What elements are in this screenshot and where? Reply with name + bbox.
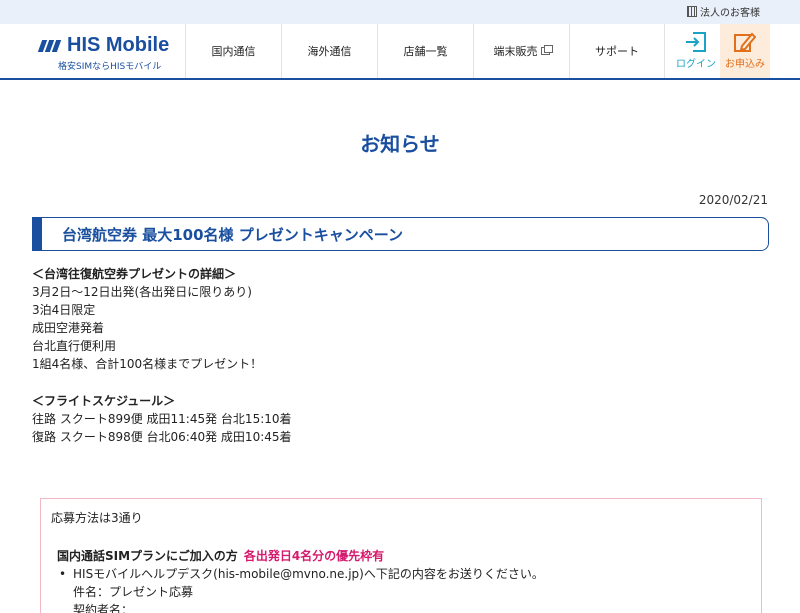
top-bar: 法人のお客様	[0, 0, 800, 24]
plan-heading: 国内通話SIMプランにご加入の方 各出発日4名分の優先枠有	[51, 547, 751, 565]
corporate-link-label: 法人のお客様	[700, 8, 760, 19]
corporate-link[interactable]: 法人のお客様	[687, 4, 760, 19]
logo-mark-icon	[37, 39, 62, 52]
page-title: お知らせ	[360, 132, 440, 156]
apply-instructions: HISモバイルヘルプデスク(his-mobile@mvno.ne.jp)へ下記の…	[51, 565, 751, 583]
plan-label: 国内通話SIMプランにご加入の方	[57, 549, 238, 563]
article-title-text: 台湾航空券 最大100名様 プレゼントキャンペーン	[62, 225, 404, 244]
nav-domestic-label: 国内通信	[211, 45, 256, 58]
details-heading: ＜台湾往復航空券プレゼントの詳細＞	[32, 267, 237, 281]
subject-line: 件名：プレゼント応募	[73, 585, 194, 599]
apply-label: お申込み	[725, 59, 765, 70]
building-icon	[687, 6, 697, 17]
nav-domestic[interactable]: 国内通信	[185, 24, 281, 78]
list-item: HISモバイルヘルプデスク(his-mobile@mvno.ne.jp)へ下記の…	[59, 565, 751, 583]
campaign-details: ＜台湾往復航空券プレゼントの詳細＞ 3月2日〜12日出発(各出発日に限りあり) …	[32, 265, 262, 373]
login-button[interactable]: ログイン	[672, 24, 720, 78]
login-icon	[686, 32, 706, 52]
apply-methods-count: 応募方法は3通り	[51, 511, 143, 525]
details-line: 3月2日〜12日出発(各出発日に限りあり)	[32, 285, 252, 299]
post-date: 2020/02/21	[698, 193, 768, 207]
priority-badge: 各出発日4名分の優先枠有	[243, 549, 385, 563]
nav-overseas[interactable]: 海外通信	[281, 24, 377, 78]
main-nav: 国内通信 海外通信 店舗一覧 端末販売 サポート	[185, 24, 665, 78]
logo-tagline: 格安SIMならHISモバイル	[58, 62, 162, 72]
apply-methods-box: 応募方法は3通り 国内通話SIMプランにご加入の方各出発日4名分の優先枠有 HI…	[40, 498, 762, 613]
details-line: 台北直行便利用	[32, 339, 117, 353]
logo-text: HIS Mobile	[67, 34, 170, 56]
apply-button[interactable]: お申込み	[720, 24, 770, 78]
details-line: 3泊4日限定	[32, 303, 96, 317]
schedule-line: 往路 スクート899便 成田11:45発 台北15:10着	[32, 412, 292, 426]
nav-support-label: サポート	[595, 45, 639, 58]
site-logo[interactable]: HIS Mobile 格安SIMならHISモバイル	[37, 34, 180, 72]
login-label: ログイン	[676, 59, 716, 70]
site-header: HIS Mobile 格安SIMならHISモバイル 国内通信 海外通信 店舗一覧…	[0, 24, 800, 80]
schedule-heading: ＜フライトスケジュール＞	[32, 394, 176, 408]
external-link-icon	[540, 45, 553, 55]
contract-name-line: 契約者名：	[73, 603, 134, 613]
article-title: 台湾航空券 最大100名様 プレゼントキャンペーン	[32, 217, 769, 251]
flight-schedule: ＜フライトスケジュール＞ 往路 スクート899便 成田11:45発 台北15:1…	[32, 392, 292, 446]
nav-devices[interactable]: 端末販売	[473, 24, 569, 78]
nav-overseas-label: 海外通信	[307, 45, 352, 58]
nav-devices-label: 端末販売	[493, 45, 538, 58]
pencil-form-icon	[734, 32, 756, 52]
nav-stores-label: 店舗一覧	[403, 45, 448, 58]
details-line: 1組4名様、合計100名様までプレゼント！	[32, 357, 263, 371]
schedule-line: 復路 スクート898便 台北06:40発 成田10:45着	[32, 430, 292, 444]
details-line: 成田空港発着	[32, 321, 105, 335]
nav-stores[interactable]: 店舗一覧	[377, 24, 473, 78]
nav-support[interactable]: サポート	[569, 24, 665, 78]
